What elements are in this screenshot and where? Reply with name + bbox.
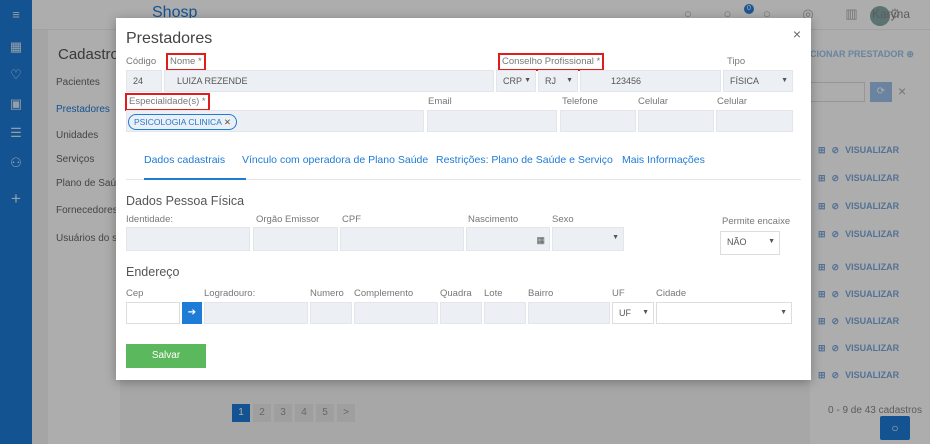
encaixe-value: NÃO: [727, 237, 747, 247]
orgao-field[interactable]: [253, 227, 338, 251]
cep-label: Cep: [126, 288, 144, 299]
sexo-select[interactable]: ▼: [552, 227, 624, 251]
telefone-field[interactable]: [560, 110, 636, 132]
nascimento-label: Nascimento: [468, 214, 519, 225]
email-label: Email: [428, 96, 452, 107]
numero-label: Numero: [310, 288, 344, 299]
chevron-down-icon: ▼: [612, 234, 619, 241]
nome-label: Nome *: [166, 53, 206, 71]
quadra-label: Quadra: [440, 288, 472, 299]
identidade-field[interactable]: [126, 227, 250, 251]
complemento-field[interactable]: [354, 302, 438, 324]
nome-field[interactable]: LUIZA REZENDE: [164, 70, 494, 92]
cpf-label: CPF: [342, 214, 361, 225]
celular2-field[interactable]: [716, 110, 793, 132]
remove-chip-icon[interactable]: ✕: [224, 117, 231, 127]
conselho-uf-value: RJ: [545, 76, 556, 86]
chip-label: PSICOLOGIA CLINICA: [134, 117, 222, 127]
uf-label: UF: [612, 288, 625, 299]
codigo-field[interactable]: 24: [126, 70, 162, 92]
orgao-label: Orgão Emissor: [256, 214, 320, 225]
chevron-down-icon: ▼: [524, 77, 531, 84]
conselho-value: CRP: [503, 76, 523, 86]
logradouro-label: Logradouro:: [204, 288, 256, 299]
especialidade-label: Especialidade(s) *: [125, 93, 210, 111]
conselho-numero-field[interactable]: 123456: [580, 70, 721, 92]
cpf-field[interactable]: [340, 227, 464, 251]
conselho-select[interactable]: CRP ▼: [496, 70, 536, 92]
chevron-down-icon: ▼: [780, 309, 787, 316]
uf-value: UF: [619, 308, 631, 318]
encaixe-label: Permite encaixe: [722, 216, 791, 227]
nascimento-field[interactable]: ▦: [466, 227, 550, 251]
especialidade-chip[interactable]: PSICOLOGIA CLINICA ✕: [128, 114, 237, 130]
pessoa-fisica-title: Dados Pessoa Física: [126, 194, 245, 208]
celular-field[interactable]: [638, 110, 714, 132]
numero-field[interactable]: [310, 302, 352, 324]
tab-restricoes[interactable]: Restrições: Plano de Saúde e Serviço: [436, 154, 613, 166]
encaixe-select[interactable]: NÃO ▼: [720, 231, 780, 255]
tab-dados-cadastrais[interactable]: Dados cadastrais: [144, 154, 225, 166]
endereco-title: Endereço: [126, 265, 180, 279]
form-tabs: Dados cadastrais Vínculo com operadora d…: [126, 152, 801, 180]
bairro-field[interactable]: [528, 302, 610, 324]
uf-select[interactable]: UF ▼: [612, 302, 654, 324]
tab-vinculo-operadora[interactable]: Vínculo com operadora de Plano Saúde: [242, 154, 428, 166]
chevron-down-icon: ▼: [768, 238, 775, 245]
conselho-uf-select[interactable]: RJ ▼: [538, 70, 578, 92]
cep-search-button[interactable]: ➔: [182, 302, 202, 324]
cidade-label: Cidade: [656, 288, 687, 299]
logradouro-field[interactable]: [204, 302, 308, 324]
codigo-label: Código: [126, 56, 157, 67]
telefone-label: Telefone: [562, 96, 598, 107]
save-button[interactable]: Salvar: [126, 344, 206, 368]
bairro-label: Bairro: [528, 288, 554, 299]
cep-field[interactable]: [126, 302, 180, 324]
quadra-field[interactable]: [440, 302, 482, 324]
active-tab-indicator: [144, 178, 246, 180]
email-field[interactable]: [427, 110, 557, 132]
complemento-label: Complemento: [354, 288, 414, 299]
identidade-label: Identidade:: [126, 214, 174, 225]
tipo-value: FÍSICA: [730, 76, 760, 86]
tab-mais-informacoes[interactable]: Mais Informações: [622, 154, 705, 166]
prestador-modal: Prestadores × Código Nome * Conselho Pro…: [116, 18, 811, 380]
conselho-label: Conselho Profissional *: [498, 53, 605, 71]
chevron-down-icon: ▼: [781, 77, 788, 84]
chevron-down-icon: ▼: [566, 77, 573, 84]
sexo-label: Sexo: [552, 214, 574, 225]
cidade-select[interactable]: ▼: [656, 302, 792, 324]
celular-label: Celular: [638, 96, 669, 107]
modal-title: Prestadores: [126, 30, 213, 47]
close-icon[interactable]: ×: [793, 26, 801, 42]
celular2-label: Celular: [717, 96, 748, 107]
chevron-down-icon: ▼: [642, 309, 649, 316]
tipo-select[interactable]: FÍSICA ▼: [723, 70, 793, 92]
calendar-icon[interactable]: ▦: [536, 230, 545, 250]
tipo-label: Tipo: [727, 56, 746, 67]
lote-field[interactable]: [484, 302, 526, 324]
lote-label: Lote: [484, 288, 503, 299]
